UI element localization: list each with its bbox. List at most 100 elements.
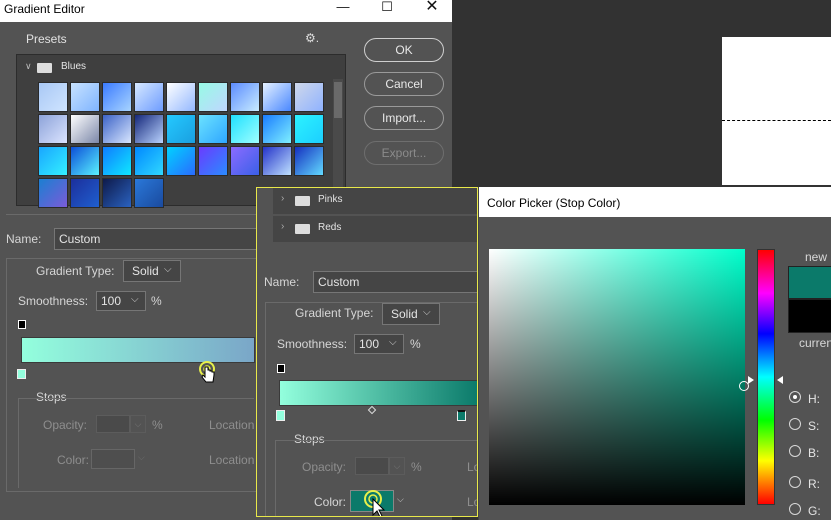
saturation-radio[interactable] xyxy=(789,418,801,430)
smoothness-input[interactable]: 100 ⌵ xyxy=(354,334,404,354)
opacity-label: Opacity: xyxy=(302,460,347,474)
preset-swatch[interactable] xyxy=(70,82,100,112)
preset-swatch[interactable] xyxy=(38,82,68,112)
color-stop[interactable] xyxy=(17,369,26,379)
smoothness-label: Smoothness: xyxy=(277,337,348,351)
preset-folder-label: Blues xyxy=(61,61,87,72)
gradient-bar[interactable] xyxy=(279,380,477,406)
presets-panel: ∨ Blues xyxy=(16,54,346,208)
hand-cursor-icon xyxy=(199,361,215,383)
chevron-down-icon[interactable]: ⌵ xyxy=(389,457,405,475)
gradient-editor-foreground: › Pinks › Reds Name: Custom Gradient Typ… xyxy=(256,187,478,517)
current-color-swatch[interactable] xyxy=(788,299,831,333)
opacity-label: Opacity: xyxy=(43,418,88,432)
preset-swatch[interactable] xyxy=(134,114,164,144)
hue-radio[interactable] xyxy=(789,391,801,403)
preset-swatch[interactable] xyxy=(134,178,164,208)
chevron-down-icon[interactable]: ⌵ xyxy=(130,415,146,433)
name-input[interactable]: Custom xyxy=(54,228,259,250)
cancel-button[interactable]: Cancel xyxy=(364,72,444,96)
preset-swatch[interactable] xyxy=(262,114,292,144)
brightness-radio[interactable] xyxy=(789,445,801,457)
color-stop-right[interactable] xyxy=(457,410,466,421)
export-button[interactable]: Export... xyxy=(364,141,444,165)
chevron-down-icon[interactable]: ⌵ xyxy=(389,334,397,352)
preset-swatch[interactable] xyxy=(134,82,164,112)
preset-swatch[interactable] xyxy=(198,146,228,176)
close-icon[interactable]: ✕ xyxy=(417,0,447,20)
preset-swatch[interactable] xyxy=(230,114,260,144)
red-radio[interactable] xyxy=(789,476,801,488)
name-input[interactable]: Custom xyxy=(313,271,477,293)
document-canvas xyxy=(722,37,831,185)
hue-slider-arrow-right[interactable] xyxy=(777,376,783,384)
opacity-stop[interactable] xyxy=(18,320,26,329)
arrow-cursor-icon xyxy=(364,490,386,516)
opacity-stop[interactable] xyxy=(277,364,285,373)
preset-swatch[interactable] xyxy=(38,114,68,144)
preset-swatch[interactable] xyxy=(70,178,100,208)
percent-unit: % xyxy=(410,337,421,351)
preset-swatch[interactable] xyxy=(102,114,132,144)
preset-swatch[interactable] xyxy=(294,114,324,144)
hue-slider-arrow-left[interactable] xyxy=(748,376,754,384)
smoothness-value: 100 xyxy=(101,294,122,308)
preset-swatch[interactable] xyxy=(38,178,68,208)
preset-swatch[interactable] xyxy=(70,146,100,176)
preset-swatch[interactable] xyxy=(294,82,324,112)
preset-folder-blues[interactable]: ∨ Blues xyxy=(17,55,329,79)
gear-icon[interactable]: ⚙. xyxy=(305,31,319,45)
gradient-bar[interactable] xyxy=(21,337,255,363)
preset-swatch[interactable] xyxy=(134,146,164,176)
preset-folder-label: Reds xyxy=(318,222,342,233)
hue-slider[interactable] xyxy=(757,249,775,505)
preset-swatch[interactable] xyxy=(198,82,228,112)
ok-button[interactable]: OK xyxy=(364,38,444,62)
preset-swatch[interactable] xyxy=(230,82,260,112)
chevron-down-icon[interactable]: ⌵ xyxy=(131,291,139,309)
preset-folder-reds[interactable]: › Reds xyxy=(273,216,477,242)
color-stop-left[interactable] xyxy=(276,410,285,421)
location-label: Lo xyxy=(467,495,477,509)
preset-swatch[interactable] xyxy=(102,146,132,176)
preset-swatch[interactable] xyxy=(262,146,292,176)
color-swatch[interactable] xyxy=(91,449,135,469)
scrollbar-thumb[interactable] xyxy=(334,82,342,118)
preset-swatch[interactable] xyxy=(102,178,132,208)
hue-radio-label: H: xyxy=(808,392,820,406)
new-color-label: new xyxy=(805,250,828,264)
color-picker-window: Color Picker (Stop Color) new curren H: … xyxy=(478,187,831,520)
preset-folder-pinks[interactable]: › Pinks xyxy=(273,188,477,214)
preset-swatch[interactable] xyxy=(166,82,196,112)
import-button[interactable]: Import... xyxy=(364,106,444,130)
gradient-type-select[interactable]: Solid ⌵ xyxy=(123,260,181,282)
preset-swatch[interactable] xyxy=(102,82,132,112)
location-label: Lo xyxy=(467,460,477,474)
opacity-input[interactable] xyxy=(96,415,130,433)
preset-swatch[interactable] xyxy=(38,146,68,176)
chevron-right-icon[interactable]: › xyxy=(281,193,284,204)
chevron-down-icon[interactable]: ⌵ xyxy=(138,452,145,463)
chevron-down-icon[interactable]: ∨ xyxy=(25,61,32,72)
name-label: Name: xyxy=(6,232,42,246)
gradient-type-select[interactable]: Solid ⌵ xyxy=(382,303,440,325)
color-picker-titlebar: Color Picker (Stop Color) xyxy=(479,187,831,217)
saturation-brightness-field[interactable] xyxy=(489,249,745,505)
chevron-down-icon[interactable]: ⌵ xyxy=(397,494,404,505)
green-radio[interactable] xyxy=(789,503,801,515)
presets-scrollbar[interactable] xyxy=(333,79,343,203)
maximize-icon[interactable]: ☐ xyxy=(372,0,402,20)
preset-swatch[interactable] xyxy=(294,146,324,176)
preset-swatch[interactable] xyxy=(70,114,100,144)
preset-swatch[interactable] xyxy=(262,82,292,112)
preset-swatch[interactable] xyxy=(166,114,196,144)
opacity-input[interactable] xyxy=(355,457,389,475)
window-title: Color Picker (Stop Color) xyxy=(487,196,621,210)
preset-swatch[interactable] xyxy=(198,114,228,144)
preset-swatch[interactable] xyxy=(230,146,260,176)
percent-unit: % xyxy=(152,418,163,432)
smoothness-input[interactable]: 100 ⌵ xyxy=(96,291,146,311)
minimize-icon[interactable]: — xyxy=(328,0,358,20)
chevron-right-icon[interactable]: › xyxy=(281,221,284,232)
preset-swatch[interactable] xyxy=(166,146,196,176)
